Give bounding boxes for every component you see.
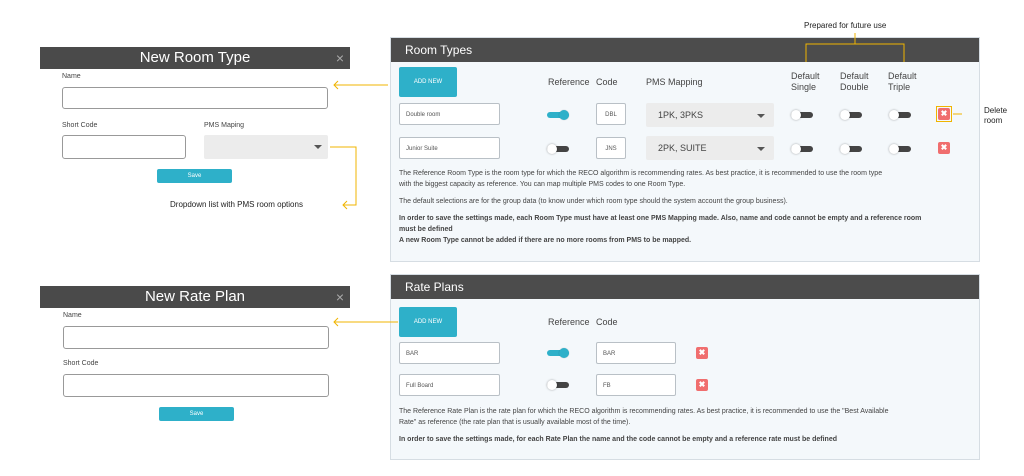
delete-room-note: Delete room: [984, 106, 1008, 125]
future-use-bracket: [330, 33, 962, 327]
dropdown-note: Dropdown list with PMS room options: [170, 200, 303, 209]
